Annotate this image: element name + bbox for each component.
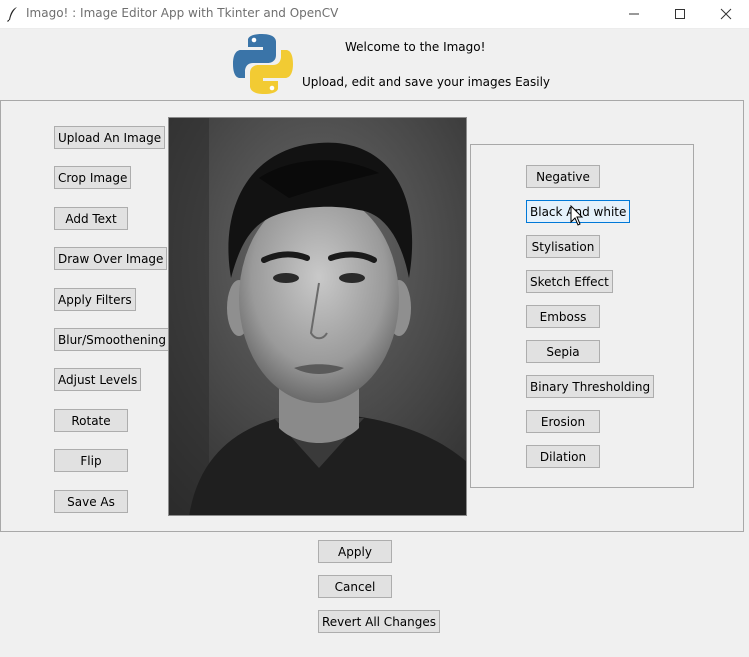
filter-binary-thresholding-button[interactable]: Binary Thresholding — [526, 375, 655, 398]
adjust-levels-button[interactable]: Adjust Levels — [54, 368, 142, 391]
filter-stylisation-button[interactable]: Stylisation — [526, 235, 600, 258]
filter-negative-button[interactable]: Negative — [526, 165, 600, 188]
save-as-button[interactable]: Save As — [54, 490, 128, 513]
cancel-button[interactable]: Cancel — [318, 575, 392, 598]
close-icon — [720, 8, 732, 20]
python-logo — [233, 34, 293, 94]
draw-over-image-button[interactable]: Draw Over Image — [54, 247, 168, 270]
apply-filters-button[interactable]: Apply Filters — [54, 288, 136, 311]
header: Welcome to the Imago! Upload, edit and s… — [0, 29, 749, 99]
subtitle-text: Upload, edit and save your images Easily — [302, 75, 551, 89]
minimize-icon — [629, 13, 639, 15]
crop-image-button[interactable]: Crop Image — [54, 166, 132, 189]
filter-sepia-button[interactable]: Sepia — [526, 340, 600, 363]
maximize-icon — [675, 9, 685, 19]
window-title: Imago! : Image Editor App with Tkinter a… — [26, 6, 339, 20]
feather-icon — [7, 7, 17, 22]
apply-button[interactable]: Apply — [318, 540, 392, 563]
filter-black-and-white-button[interactable]: Black And white — [526, 200, 631, 223]
title-bar: Imago! : Image Editor App with Tkinter a… — [0, 0, 749, 29]
close-button[interactable] — [703, 0, 749, 28]
filter-sketch-effect-button[interactable]: Sketch Effect — [526, 270, 613, 293]
filter-emboss-button[interactable]: Emboss — [526, 305, 600, 328]
minimize-button[interactable] — [611, 0, 657, 28]
rotate-button[interactable]: Rotate — [54, 409, 128, 432]
maximize-button[interactable] — [657, 0, 703, 28]
add-text-button[interactable]: Add Text — [54, 207, 128, 230]
upload-image-button[interactable]: Upload An Image — [54, 126, 166, 149]
revert-all-changes-button[interactable]: Revert All Changes — [318, 610, 441, 633]
portrait-image — [169, 118, 466, 515]
flip-button[interactable]: Flip — [54, 449, 128, 472]
image-canvas[interactable] — [168, 117, 467, 516]
welcome-text: Welcome to the Imago! — [345, 40, 486, 54]
filter-dilation-button[interactable]: Dilation — [526, 445, 600, 468]
blur-smoothening-button[interactable]: Blur/Smoothening — [54, 328, 170, 351]
filter-erosion-button[interactable]: Erosion — [526, 410, 600, 433]
